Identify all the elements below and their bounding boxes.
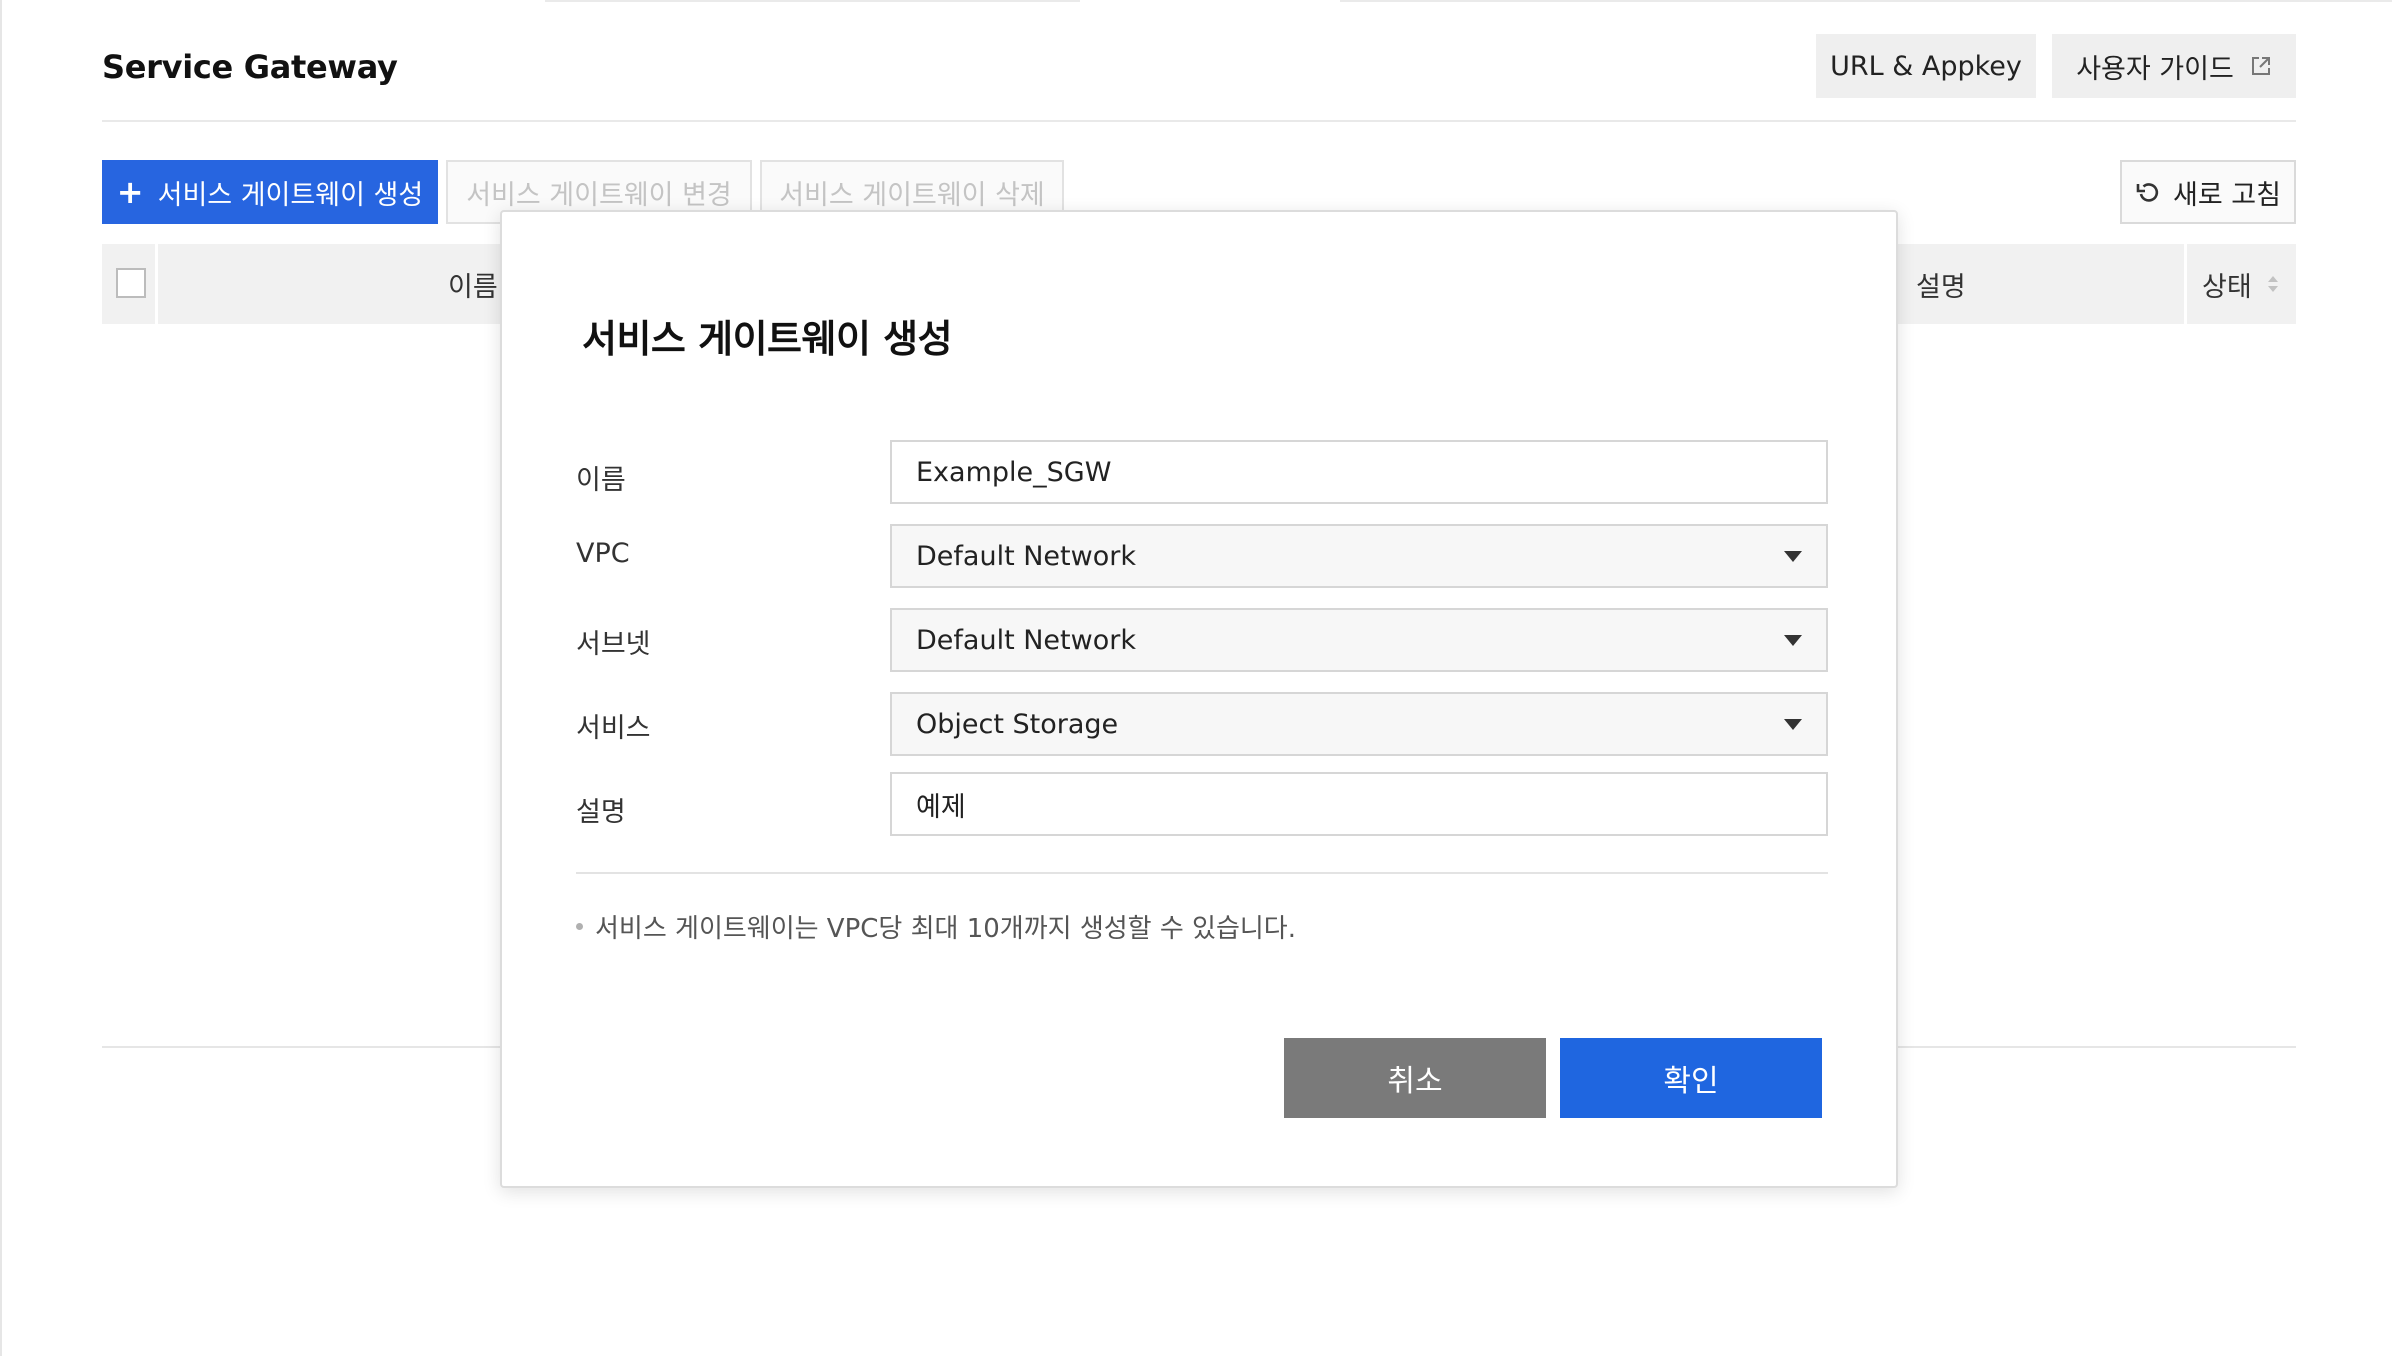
dialog-title: 서비스 게이트웨이 생성	[582, 317, 953, 361]
bullet-icon	[576, 923, 583, 930]
subnet-label: 서브넷	[576, 629, 651, 660]
subnet-select[interactable]: Default Network	[890, 608, 1828, 672]
top-border	[545, 0, 1080, 2]
vpc-select[interactable]: Default Network	[890, 524, 1828, 588]
subnet-select-value: Default Network	[916, 624, 1136, 656]
sort-icon	[2267, 276, 2278, 292]
column-header-description[interactable]: 설명	[1916, 244, 1966, 324]
create-service-gateway-dialog: 서비스 게이트웨이 생성 이름 Example_SGW VPC Default …	[500, 210, 1898, 1188]
dialog-divider	[576, 872, 1828, 874]
left-border	[0, 0, 2, 1356]
name-label: 이름	[576, 465, 626, 496]
caret-down-icon	[1784, 550, 1802, 562]
service-select[interactable]: Object Storage	[890, 692, 1828, 756]
caret-down-icon	[1784, 634, 1802, 646]
select-all-checkbox[interactable]	[116, 268, 146, 298]
caret-down-icon	[1784, 718, 1802, 730]
service-select-value: Object Storage	[916, 708, 1119, 740]
refresh-icon	[2136, 183, 2159, 202]
limit-note: 서비스 게이트웨이는 VPC당 최대 10개까지 생성할 수 있습니다.	[576, 908, 1296, 945]
create-service-gateway-button[interactable]: + 서비스 게이트웨이 생성	[102, 160, 438, 224]
column-header-name[interactable]: 이름	[448, 244, 498, 324]
refresh-button[interactable]: 새로 고침	[2120, 160, 2296, 224]
vpc-label: VPC	[576, 538, 630, 569]
description-label: 설명	[576, 797, 626, 828]
user-guide-button[interactable]: 사용자 가이드	[2052, 34, 2296, 98]
header-divider	[102, 120, 2296, 122]
plus-icon: +	[116, 173, 144, 211]
vpc-select-value: Default Network	[916, 540, 1136, 572]
column-header-status[interactable]: 상태	[2202, 244, 2280, 324]
top-border	[1340, 0, 2392, 2]
refresh-label: 새로 고침	[2173, 179, 2281, 211]
page-title: Service Gateway	[102, 48, 398, 86]
url-appkey-button[interactable]: URL & Appkey	[1816, 34, 2036, 98]
confirm-button[interactable]: 확인	[1560, 1038, 1822, 1118]
external-link-icon	[2251, 57, 2270, 75]
create-label: 서비스 게이트웨이 생성	[157, 179, 424, 211]
service-label: 서비스	[576, 713, 651, 744]
status-label: 상태	[2202, 271, 2252, 303]
limit-note-text: 서비스 게이트웨이는 VPC당 최대 10개까지 생성할 수 있습니다.	[595, 914, 1296, 944]
cancel-button[interactable]: 취소	[1284, 1038, 1546, 1118]
user-guide-label: 사용자 가이드	[2076, 53, 2234, 85]
select-all-cell	[102, 244, 158, 324]
name-input[interactable]: Example_SGW	[890, 440, 1828, 504]
description-input[interactable]: 예제	[890, 772, 1828, 836]
